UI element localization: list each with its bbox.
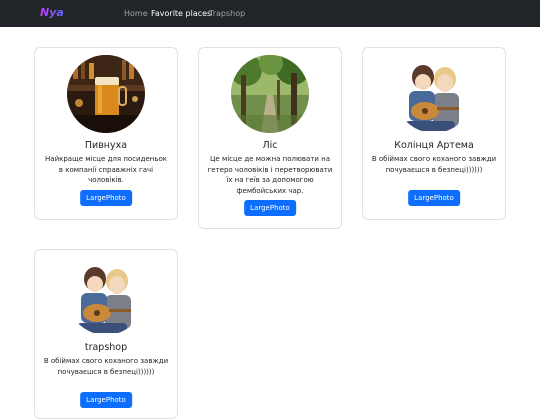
pub-photo [67,55,145,133]
large-photo-button[interactable]: LargePhoto [80,392,132,408]
forest-photo [231,55,309,133]
large-photo-button[interactable]: LargePhoto [408,190,460,206]
card-title: Ліс [262,140,278,151]
navbar: Nya Home Favorite places Trapshop [0,0,540,27]
anime-couple-image [67,257,145,335]
card-title: Пивнуха [84,140,128,151]
place-card-forest: Ліс Це місце де можна полювати на гетеро… [198,47,342,229]
card-title: trapshop [84,342,128,353]
nav-favorite-places-link[interactable]: Favorite places [151,9,211,19]
card-text: Це місце де можна полювати на гетеро чол… [207,155,333,195]
anime-couple-image [395,55,473,133]
large-photo-button[interactable]: LargePhoto [80,190,132,206]
large-photo-button[interactable]: LargePhoto [244,200,296,216]
card-text: В обіймах свого коханого завжди почуваєш… [43,357,169,376]
place-card-trapshop: trapshop В обіймах свого коханого завжди… [34,249,178,419]
brand-logo[interactable]: Nya [40,6,64,20]
place-card-pub: Пивнуха Найкраще місце для посиденьок в … [34,47,178,220]
nav-trapshop-link[interactable]: Trapshop [209,9,245,19]
place-card-artem: Колінця Артема В обіймах свого коханого … [362,47,506,220]
card-text: В обіймах свого коханого завжди почуваєш… [371,155,497,174]
card-text: Найкраще місце для посиденьок в компанії… [45,155,167,184]
nav-home-link[interactable]: Home [124,9,148,19]
card-title: Колінця Артема [394,140,474,151]
